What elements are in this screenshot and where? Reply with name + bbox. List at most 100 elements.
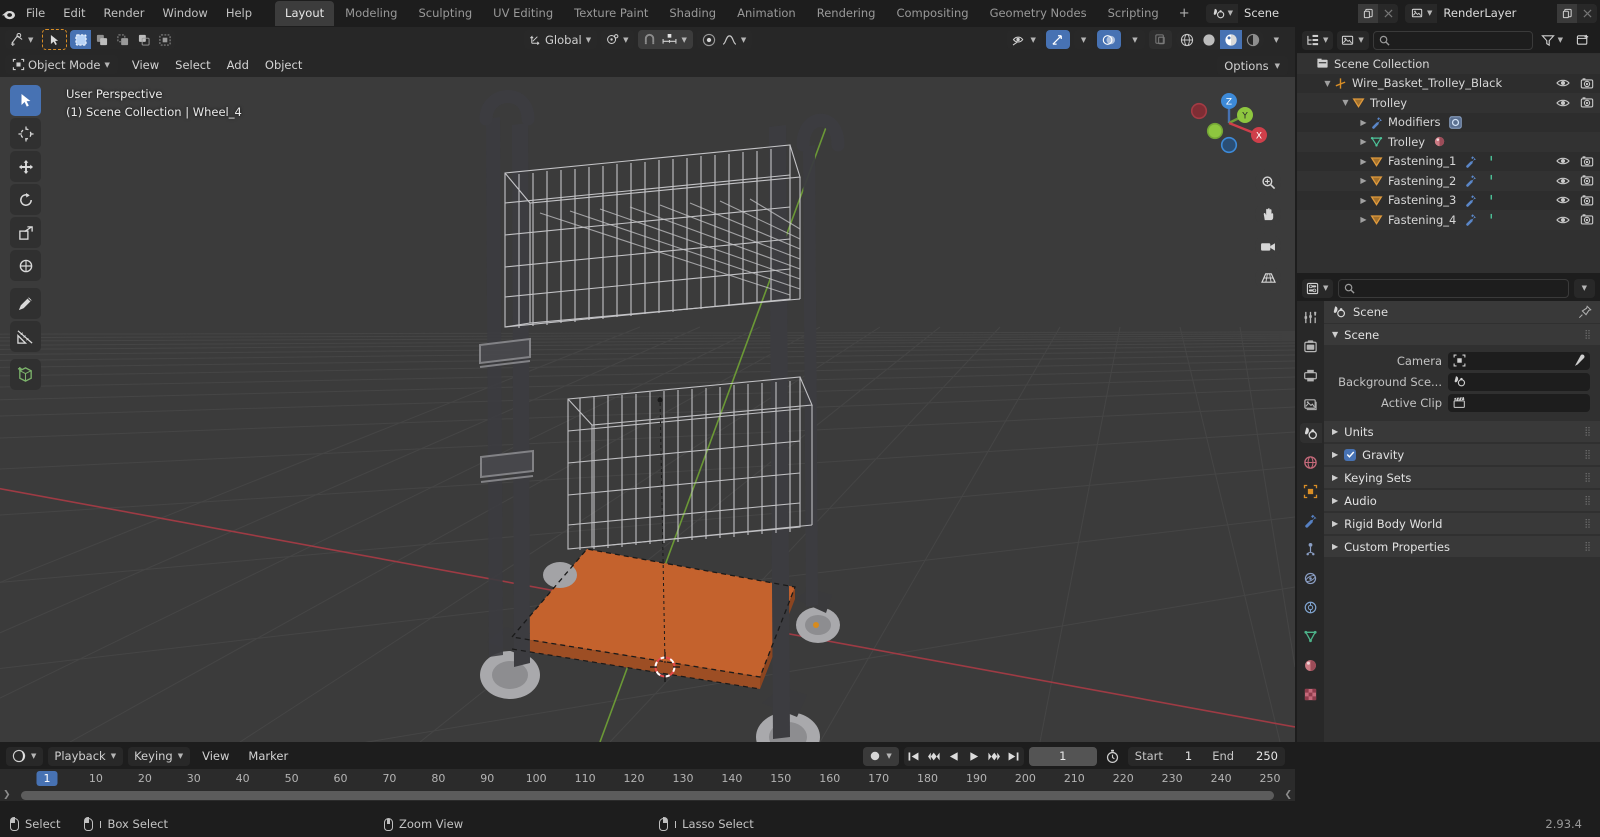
unlink-scene-button[interactable] xyxy=(1378,3,1399,23)
panel-header-gravity[interactable]: ▶ Gravity ⣿ xyxy=(1324,443,1600,465)
active-clip-field[interactable] xyxy=(1448,393,1590,412)
viewport-options-button[interactable]: Options ▼ xyxy=(1217,56,1288,75)
auto-key-icon[interactable] xyxy=(1102,749,1123,764)
cursor-tool[interactable] xyxy=(10,118,41,149)
select-mode-segment[interactable] xyxy=(70,30,176,49)
navigation-gizmo[interactable]: X Y Z xyxy=(1191,85,1267,161)
chevron-down-icon[interactable]: ▼ xyxy=(1339,98,1352,107)
workspace-tab-compositing[interactable]: Compositing xyxy=(886,1,978,26)
material-icon[interactable] xyxy=(1300,655,1322,675)
render-icon[interactable] xyxy=(1300,336,1322,356)
viewport-menu-add[interactable]: Add xyxy=(220,56,256,74)
record-icon[interactable]: ▼ xyxy=(863,746,899,766)
annotate-tool[interactable] xyxy=(10,288,41,319)
3d-viewport[interactable]: ▼ Global ▼ ▼ ▼ ▼ ▼ ▼ ▼ ▼ Object Mode ▼ V… xyxy=(0,27,1295,742)
properties-options-dropdown[interactable]: ▼ xyxy=(1573,278,1595,298)
play-icon[interactable] xyxy=(964,747,984,766)
zoom-view-icon[interactable] xyxy=(1255,169,1281,195)
add-cube-tool[interactable] xyxy=(10,359,41,390)
outliner-row[interactable]: ▶ Fastening_4 xyxy=(1297,210,1600,230)
viewport-menu-object[interactable]: Object xyxy=(258,56,309,74)
constraints-icon[interactable] xyxy=(1300,597,1322,617)
modifier-icon[interactable] xyxy=(1300,510,1322,530)
top-menu-render[interactable]: Render xyxy=(95,3,154,23)
eye-icon[interactable] xyxy=(1556,97,1570,109)
pivot-point-selector[interactable]: ▼ xyxy=(601,30,635,49)
object-mode-selector[interactable]: Object Mode ▼ xyxy=(5,55,118,74)
xray-toggle[interactable] xyxy=(1148,30,1172,49)
overlays-toggle[interactable] xyxy=(1097,30,1122,49)
scene-name-field[interactable]: Scene xyxy=(1238,3,1359,23)
shading-mode-segment[interactable] xyxy=(1175,30,1264,49)
camera-render-icon[interactable] xyxy=(1580,174,1594,187)
new-collection-icon[interactable] xyxy=(1572,31,1595,50)
panel-header-keying-sets[interactable]: ▶ Keying Sets ⣿ xyxy=(1324,466,1600,488)
output-icon[interactable] xyxy=(1300,365,1322,385)
outliner-row[interactable]: ▶ Fastening_3 xyxy=(1297,190,1600,210)
eye-icon[interactable] xyxy=(1556,214,1570,226)
tool-icon[interactable] xyxy=(1300,307,1322,327)
chevron-down-icon[interactable]: ▼ xyxy=(1321,79,1334,88)
outliner-editor[interactable]: ▼ ▼ ▼ Scene Collection ▼ Wire_Basket_Troll… xyxy=(1297,27,1600,273)
workspace-tab-geometry-nodes[interactable]: Geometry Nodes xyxy=(980,1,1097,26)
scale-tool[interactable] xyxy=(10,217,41,248)
viewlayer-selector[interactable]: ▼ RenderLayer xyxy=(1405,3,1598,23)
workspace-tab-texture-paint[interactable]: Texture Paint xyxy=(564,1,658,26)
background-scene-field[interactable] xyxy=(1448,372,1590,391)
timeline-view-menu[interactable]: View xyxy=(195,747,236,765)
workspace-tab-modeling[interactable]: Modeling xyxy=(335,1,407,26)
timeline-scrollbar[interactable] xyxy=(20,790,1275,800)
add-workspace-button[interactable]: + xyxy=(1170,2,1199,25)
scene-icon[interactable] xyxy=(1299,423,1322,443)
object-icon[interactable] xyxy=(1300,481,1322,501)
camera-render-icon[interactable] xyxy=(1580,213,1594,226)
panel-checkbox[interactable] xyxy=(1344,448,1357,461)
workspace-tab-sculpting[interactable]: Sculpting xyxy=(408,1,482,26)
particles-icon[interactable] xyxy=(1300,539,1322,559)
chevron-right-icon[interactable]: ▶ xyxy=(1357,196,1370,205)
viewlayer-icon[interactable] xyxy=(1300,394,1322,414)
keying-menu[interactable]: Keying ▼ xyxy=(128,746,191,766)
solid-shading-icon[interactable] xyxy=(1198,30,1220,49)
properties-editor-type[interactable]: ▼ xyxy=(1302,278,1334,298)
timeline-marker-menu[interactable]: Marker xyxy=(241,747,295,765)
workspace-tab-animation[interactable]: Animation xyxy=(727,1,806,26)
top-menu-edit[interactable]: Edit xyxy=(54,3,94,23)
camera-render-icon[interactable] xyxy=(1580,77,1594,90)
top-menu-help[interactable]: Help xyxy=(217,3,261,23)
panel-header-custom-properties[interactable]: ▶ Custom Properties ⣿ xyxy=(1324,535,1600,557)
eye-icon[interactable] xyxy=(1556,155,1570,167)
panel-header-rigid-body-world[interactable]: ▶ Rigid Body World ⣿ xyxy=(1324,512,1600,534)
active-tool-indicator[interactable] xyxy=(42,29,68,50)
outliner-row[interactable]: ▶ Fastening_2 xyxy=(1297,171,1600,191)
overlays-dropdown[interactable]: ▼ xyxy=(1125,30,1145,49)
gizmo-toggle[interactable] xyxy=(1045,30,1070,49)
viewport-menu-view[interactable]: View xyxy=(125,56,166,74)
top-menu-window[interactable]: Window xyxy=(153,3,216,23)
properties-search-input[interactable] xyxy=(1338,278,1569,298)
camera-render-icon[interactable] xyxy=(1580,194,1594,207)
properties-tab-column[interactable] xyxy=(1297,301,1324,742)
move-view-icon[interactable] xyxy=(1255,201,1281,227)
play-reverse-icon[interactable] xyxy=(944,747,964,766)
select-set-icon[interactable] xyxy=(70,30,92,49)
frame-range-fields[interactable]: Start 1 End 250 xyxy=(1127,746,1285,766)
timeline-ruler[interactable]: 10 20 30 40 50 60 70 80 90 100 110 120 130 140 150 160 1… xyxy=(0,769,1295,789)
workspace-tab-layout[interactable]: Layout xyxy=(275,1,335,26)
data-icon[interactable] xyxy=(1300,626,1322,646)
timeline-scrollbar-area[interactable]: ❯ ❮ xyxy=(0,789,1295,801)
blender-logo-icon[interactable] xyxy=(0,0,17,26)
material-preview-shading-icon[interactable] xyxy=(1219,30,1242,49)
timeline-collapse-icon[interactable]: ❮ xyxy=(1284,790,1295,800)
outliner-row[interactable]: ▼ Wire_Basket_Trolley_Black xyxy=(1297,73,1600,93)
properties-editor[interactable]: ▼ ▼ Scene ▼ Scene ⣿ Camera Background Sc… xyxy=(1297,275,1600,742)
viewlayer-name-field[interactable]: RenderLayer xyxy=(1437,3,1558,23)
workspace-tab-shading[interactable]: Shading xyxy=(659,1,726,26)
viewport-menu-select[interactable]: Select xyxy=(168,56,217,74)
eye-icon[interactable] xyxy=(1556,175,1570,187)
end-value[interactable]: 250 xyxy=(1256,749,1278,763)
texture-icon[interactable] xyxy=(1300,684,1322,704)
chevron-right-icon[interactable]: ▶ xyxy=(1357,157,1370,166)
outliner-row[interactable]: ▶ Fastening_1 xyxy=(1297,151,1600,171)
outliner-display-mode[interactable]: ▼ xyxy=(1337,30,1369,50)
